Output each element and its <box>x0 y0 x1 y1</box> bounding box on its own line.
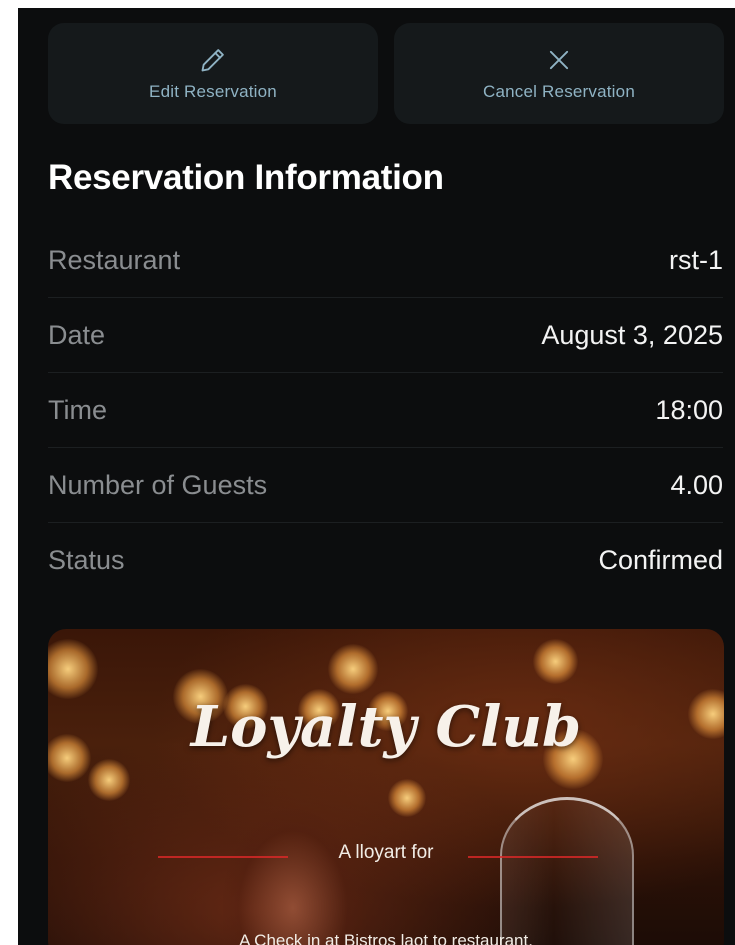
info-value: 4.00 <box>670 469 723 500</box>
info-value: August 3, 2025 <box>541 319 723 350</box>
bokeh-light <box>88 759 130 801</box>
promo-title: Loyalty Club <box>190 694 582 760</box>
info-row-time: Time 18:00 <box>48 373 723 448</box>
info-row-restaurant: Restaurant rst-1 <box>48 223 723 298</box>
wine-glass-graphic <box>500 797 634 945</box>
pencil-icon <box>201 48 224 71</box>
bokeh-light <box>533 639 578 684</box>
loyalty-club-banner[interactable]: Loyalty Club A lloyart for A Check in at… <box>48 629 724 945</box>
info-label: Date <box>48 319 106 350</box>
cancel-reservation-label: Cancel Reservation <box>483 81 635 101</box>
reservation-info-list: Restaurant rst-1 Date August 3, 2025 Tim… <box>48 223 723 598</box>
reservation-screen: Edit Reservation Cancel Reservation Rese… <box>18 8 735 945</box>
cancel-reservation-button[interactable]: Cancel Reservation <box>394 23 724 124</box>
info-label: Number of Guests <box>48 469 268 500</box>
section-title: Reservation Information <box>48 158 444 197</box>
bokeh-light <box>388 779 426 817</box>
bokeh-light <box>48 639 98 699</box>
promo-subtitle: A lloyart for <box>338 842 434 863</box>
diner-figure <box>223 809 363 945</box>
bokeh-light <box>328 644 378 694</box>
close-icon <box>549 50 569 69</box>
edit-reservation-button[interactable]: Edit Reservation <box>48 23 378 124</box>
edit-reservation-label: Edit Reservation <box>149 81 277 101</box>
info-row-guests: Number of Guests 4.00 <box>48 448 723 523</box>
promo-text: A Check in at Bistros laot to restaurant… <box>239 931 533 945</box>
info-label: Restaurant <box>48 244 181 275</box>
info-label: Time <box>48 394 107 425</box>
info-value: rst-1 <box>669 244 723 275</box>
status-value: Confirmed <box>598 545 723 575</box>
info-label: Status <box>48 545 125 575</box>
info-row-date: Date August 3, 2025 <box>48 298 723 373</box>
action-bar: Edit Reservation Cancel Reservation <box>48 23 724 124</box>
info-row-status: Status Confirmed <box>48 523 723 598</box>
info-value: 18:00 <box>655 394 723 425</box>
